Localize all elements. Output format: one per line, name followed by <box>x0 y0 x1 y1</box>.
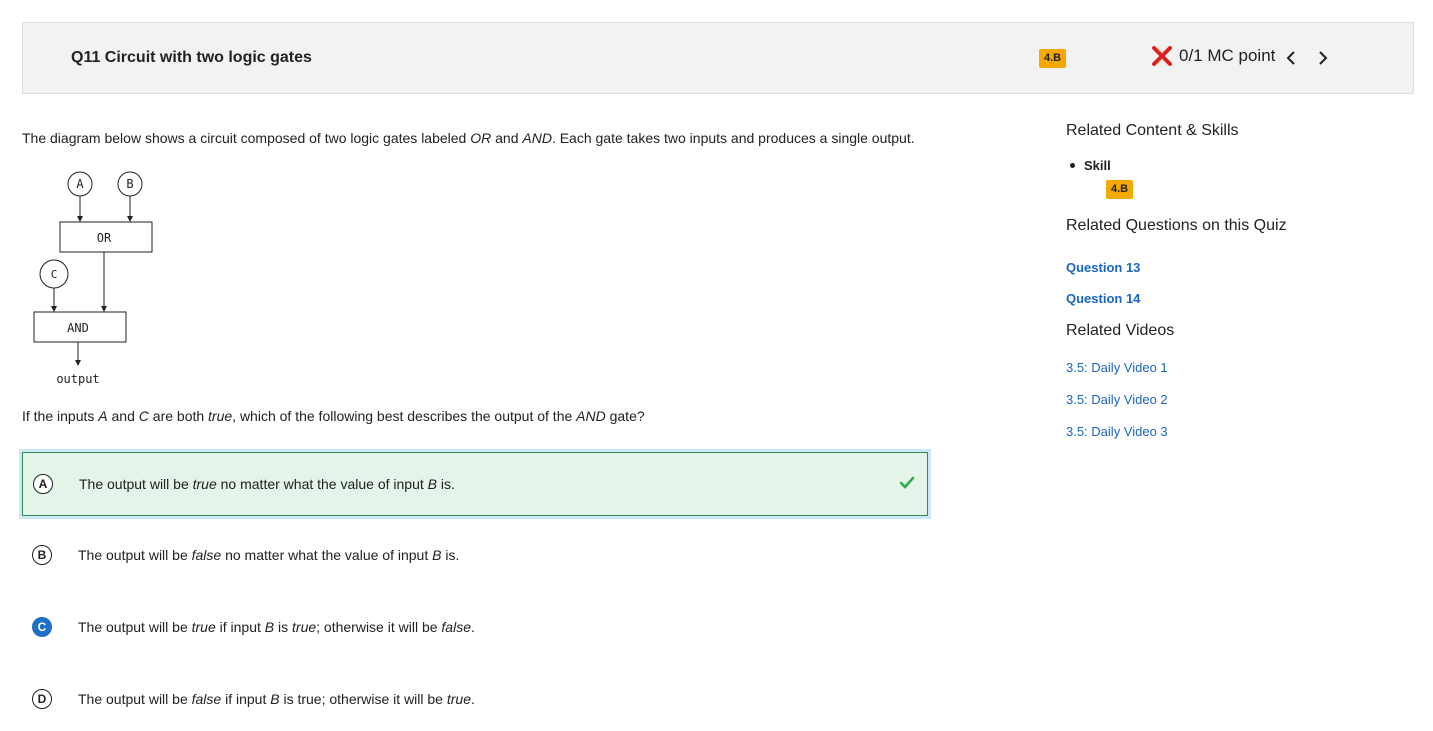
score-text: 0/1 MC point <box>1179 46 1276 65</box>
choice-letter-a: A <box>33 474 53 494</box>
answer-choice-d[interactable]: D The output will be false if input B is… <box>22 667 928 731</box>
question-part: , which of the following best describes … <box>232 408 577 424</box>
choice-part: false <box>441 619 471 635</box>
choice-part: true <box>292 619 317 635</box>
correct-check-icon <box>899 476 915 489</box>
question-part: AND <box>576 408 606 424</box>
choice-part: . <box>471 619 475 635</box>
input-a-label: A <box>76 177 84 191</box>
choice-part: is <box>274 619 293 635</box>
and-gate-label: AND <box>67 321 89 335</box>
choice-part: is. <box>441 547 460 563</box>
choice-part: if input <box>215 619 265 635</box>
choice-part: is. <box>437 476 455 492</box>
sidebar-skill-badge[interactable]: 4.B <box>1106 180 1134 199</box>
choice-part: B <box>270 691 280 707</box>
prompt-and: AND <box>522 130 552 146</box>
choice-part: is true; otherwise it will be <box>279 691 447 707</box>
question-part: A <box>98 408 108 424</box>
choice-letter-b: B <box>32 545 52 565</box>
or-gate-label: OR <box>97 231 112 245</box>
prompt-or: OR <box>470 130 492 146</box>
choice-part: false <box>191 547 222 563</box>
question-part: gate? <box>605 408 645 424</box>
related-video-link-3[interactable]: 3.5: Daily Video 3 <box>1066 424 1168 439</box>
chevron-left-icon <box>1286 51 1295 65</box>
prompt-text: and <box>491 130 523 146</box>
question-header: Q11 Circuit with two logic gates 4.B 0/1… <box>22 22 1414 94</box>
choice-letter-c: C <box>32 617 52 637</box>
score-display: 0/1 MC point <box>1151 45 1275 67</box>
choice-part: true <box>191 619 216 635</box>
question-part: If the inputs <box>22 408 99 424</box>
next-question-button[interactable] <box>1311 46 1335 70</box>
output-label: output <box>56 372 99 386</box>
choice-part: The output will be <box>78 691 192 707</box>
related-question-link-13[interactable]: Question 13 <box>1066 260 1140 275</box>
related-video-link-1[interactable]: 3.5: Daily Video 1 <box>1066 360 1168 375</box>
related-question-link-14[interactable]: Question 14 <box>1066 291 1140 306</box>
question-part: are both <box>148 408 209 424</box>
choice-part: if input <box>221 691 271 707</box>
choice-part: The output will be <box>78 619 192 635</box>
choice-part: The output will be <box>78 547 192 563</box>
question-part: and <box>107 408 139 424</box>
choice-part: no matter what the value of input <box>221 547 433 563</box>
question-text: If the inputs A and C are both true, whi… <box>22 408 645 424</box>
question-part: true <box>208 408 233 424</box>
skill-label: Skill <box>1070 158 1111 173</box>
choice-part: B <box>427 476 437 492</box>
choice-part: no matter what the value of input <box>216 476 428 492</box>
prompt-text: . Each gate takes two inputs and produce… <box>551 130 915 146</box>
related-video-link-2[interactable]: 3.5: Daily Video 2 <box>1066 392 1168 407</box>
question-prompt: The diagram below shows a circuit compos… <box>22 130 915 146</box>
choice-text-b: The output will be false no matter what … <box>78 547 459 563</box>
choice-part: true <box>192 476 217 492</box>
answer-choice-b[interactable]: B The output will be false no matter wha… <box>22 523 928 587</box>
skill-badge[interactable]: 4.B <box>1039 49 1067 68</box>
choice-text-d: The output will be false if input B is t… <box>78 691 475 707</box>
previous-question-button[interactable] <box>1279 46 1303 70</box>
input-c-label: C <box>51 268 58 281</box>
related-questions-heading: Related Questions on this Quiz <box>1066 217 1287 234</box>
choice-part: B <box>264 619 275 635</box>
choice-part: false <box>191 691 222 707</box>
related-videos-heading: Related Videos <box>1066 322 1175 339</box>
wrong-x-icon <box>1152 46 1172 66</box>
answer-choice-c[interactable]: C The output will be true if input B is … <box>22 595 928 659</box>
question-part: C <box>138 408 149 424</box>
prompt-text: The diagram below shows a circuit compos… <box>22 130 471 146</box>
logic-circuit-diagram: A B OR C AND output <box>33 171 153 386</box>
choice-part: . <box>471 691 475 707</box>
choice-part: The output will be <box>79 476 193 492</box>
choice-part: true <box>446 691 471 707</box>
related-content-heading: Related Content & Skills <box>1066 122 1239 139</box>
choice-text-c: The output will be true if input B is tr… <box>78 619 475 635</box>
question-title: Q11 Circuit with two logic gates <box>71 49 312 66</box>
answer-choice-a[interactable]: A The output will be true no matter what… <box>22 452 928 516</box>
input-b-label: B <box>126 177 133 191</box>
choice-part: ; otherwise it will be <box>316 619 442 635</box>
choice-text-a: The output will be true no matter what t… <box>79 476 455 492</box>
chevron-right-icon <box>1319 51 1328 65</box>
choice-letter-d: D <box>32 689 52 709</box>
